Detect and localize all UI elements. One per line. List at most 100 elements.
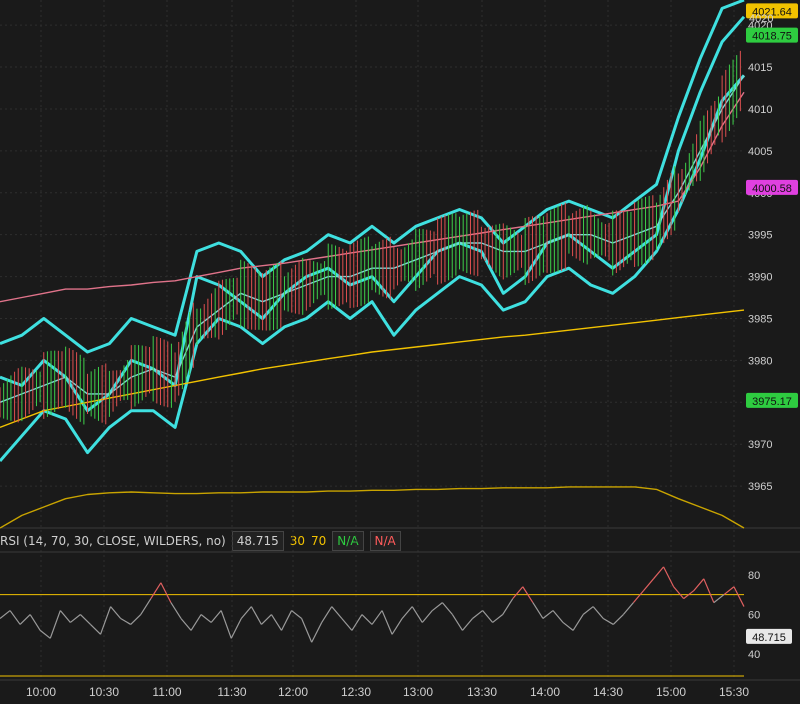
rsi-line-segment xyxy=(301,618,313,643)
time-tick-label: 12:00 xyxy=(278,685,308,699)
rsi-line-segment xyxy=(280,610,293,631)
rsi-line-segment xyxy=(663,566,675,588)
price-series-line xyxy=(0,309,745,429)
rsi-line-segment xyxy=(653,566,665,580)
rsi-line-segment xyxy=(632,590,644,604)
rsi-line-segment xyxy=(90,624,101,635)
rsi-line-segment xyxy=(180,618,192,631)
rsi-line-segment xyxy=(140,598,152,615)
rsi-line-segment xyxy=(19,614,31,625)
rsi-line-segment xyxy=(331,606,343,619)
rsi-line-segment xyxy=(160,582,172,603)
price-tick-label: 4005 xyxy=(748,146,772,158)
rsi-line-segment xyxy=(693,578,705,592)
price-chart-canvas[interactable]: 3965397039753980398539903995400040054010… xyxy=(0,0,800,704)
time-tick-label: 14:30 xyxy=(593,685,623,699)
price-tag-value: 4018.75 xyxy=(752,31,792,43)
price-tick-label: 3990 xyxy=(748,272,772,284)
price-tag-value: 3975.17 xyxy=(752,396,792,408)
rsi-line-segment xyxy=(70,614,81,623)
time-tick-label: 11:00 xyxy=(152,685,181,699)
rsi-line-segment xyxy=(532,602,544,619)
rsi-line-segment xyxy=(220,610,232,639)
rsi-line-segment xyxy=(733,586,745,607)
price-tick-label: 4010 xyxy=(748,104,772,116)
price-tick-label: 4015 xyxy=(748,62,772,74)
rsi-line-segment xyxy=(723,586,735,596)
rsi-line-segment xyxy=(39,629,51,639)
rsi-line-segment xyxy=(210,610,222,623)
rsi-line-segment xyxy=(643,578,654,592)
price-tick-label: 3970 xyxy=(748,439,772,451)
rsi-line-segment xyxy=(170,602,182,619)
rsi-line-segment xyxy=(130,614,142,625)
time-tick-label: 13:30 xyxy=(467,685,497,699)
rsi-line-segment xyxy=(512,586,524,600)
price-tick-label: 3985 xyxy=(748,313,772,325)
time-tick-label: 10:00 xyxy=(26,685,56,699)
rsi-line-segment xyxy=(260,614,272,625)
time-tick-label: 15:30 xyxy=(719,685,749,699)
price-tick-label: 3995 xyxy=(748,230,772,242)
price-tick-label: 3965 xyxy=(748,481,772,493)
rsi-line-segment xyxy=(401,606,413,619)
price-tag-value: 4000.58 xyxy=(752,183,792,195)
rsi-line-segment xyxy=(59,610,71,623)
rsi-line-segment xyxy=(291,610,302,619)
rsi-line-segment xyxy=(110,606,122,619)
rsi-line-segment xyxy=(391,618,403,635)
rsi-line-segment xyxy=(622,602,634,615)
rsi-line-segment xyxy=(421,610,433,623)
price-axis-4020-label: 4020 xyxy=(749,13,774,25)
rsi-line-segment xyxy=(502,598,514,615)
price-series-line xyxy=(0,0,745,354)
rsi-line-segment xyxy=(371,610,383,625)
rsi-line-segment xyxy=(321,606,333,623)
rsi-line-segment xyxy=(552,610,564,623)
rsi-line-segment xyxy=(492,614,504,623)
rsi-line-segment xyxy=(311,622,323,643)
rsi-line-segment xyxy=(381,610,393,635)
rsi-line-segment xyxy=(80,614,91,625)
rsi-line-segment xyxy=(462,618,473,631)
rsi-line-segment xyxy=(612,614,624,625)
rsi-line-segment xyxy=(482,610,494,623)
rsi-line-segment xyxy=(240,606,252,619)
rsi-line-segment xyxy=(49,610,61,639)
rsi-line-segment xyxy=(411,606,423,623)
rsi-tick-label: 80 xyxy=(748,570,760,582)
rsi-line-segment xyxy=(230,618,242,639)
time-tick-label: 10:30 xyxy=(89,685,119,699)
rsi-line-segment xyxy=(673,586,685,600)
price-series-line xyxy=(0,486,745,529)
rsi-line-segment xyxy=(0,610,11,619)
rsi-line-segment xyxy=(602,617,614,625)
rsi-line-segment xyxy=(572,614,584,631)
rsi-line-segment xyxy=(120,617,132,625)
rsi-line-segment xyxy=(592,606,604,619)
rsi-line-segment xyxy=(99,606,112,635)
rsi-line-segment xyxy=(441,602,453,615)
rsi-line-segment xyxy=(713,594,725,604)
rsi-line-segment xyxy=(451,614,463,631)
rsi-line-segment xyxy=(200,614,212,623)
rsi-tick-label: 40 xyxy=(748,649,760,661)
price-series-line xyxy=(0,75,745,403)
rsi-line-segment xyxy=(190,614,202,631)
rsi-line-segment xyxy=(542,610,554,619)
time-tick-label: 13:00 xyxy=(403,685,433,699)
rsi-line-segment xyxy=(431,602,443,612)
rsi-line-segment xyxy=(703,578,715,603)
rsi-tick-label: 60 xyxy=(748,610,760,622)
time-tick-label: 14:00 xyxy=(530,685,560,699)
rsi-line-segment xyxy=(250,606,262,625)
rsi-line-segment xyxy=(361,614,373,625)
time-tick-label: 15:00 xyxy=(656,685,686,699)
rsi-line-segment xyxy=(9,610,21,625)
time-tick-label: 12:30 xyxy=(341,685,371,699)
rsi-line-segment xyxy=(270,614,283,631)
rsi-line-segment xyxy=(150,582,162,599)
rsi-line-segment xyxy=(472,610,483,619)
rsi-line-segment xyxy=(562,621,574,631)
time-tick-label: 11:30 xyxy=(217,685,246,699)
